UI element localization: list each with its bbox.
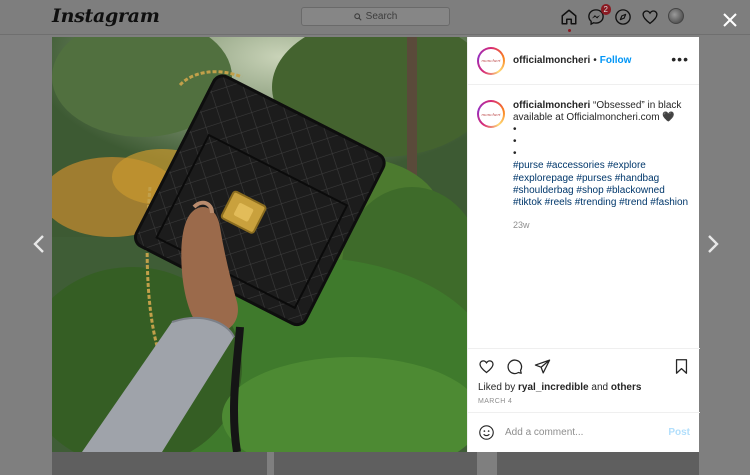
- feed-thumbnail: [52, 452, 267, 475]
- liked-and: and: [588, 382, 611, 393]
- comment-box: Post: [468, 412, 700, 452]
- caption: officialmoncheri “Obsessed” in black ava…: [513, 100, 690, 347]
- feed-thumbnail: [274, 452, 477, 475]
- liked-others[interactable]: others: [611, 382, 642, 393]
- more-options-icon[interactable]: •••: [671, 52, 689, 66]
- messenger-icon[interactable]: 2: [587, 4, 611, 26]
- feed-thumbnail: [497, 452, 699, 475]
- action-bar: Liked by ryal_incredible and others MARC…: [468, 348, 700, 412]
- likes-summary: Liked by ryal_incredible and others: [478, 382, 690, 393]
- instagram-logo[interactable]: Instagram: [52, 5, 160, 27]
- close-icon[interactable]: [720, 10, 740, 30]
- avatar[interactable]: moncheri: [477, 100, 505, 128]
- search-input[interactable]: Search: [301, 7, 450, 26]
- comment-icon[interactable]: [506, 358, 523, 375]
- avatar-logo-text: moncheri: [481, 58, 501, 63]
- post-age: 23w: [513, 220, 530, 231]
- handbag-photo: [52, 37, 467, 452]
- next-arrow-icon[interactable]: [704, 232, 722, 256]
- avatar: [668, 8, 684, 24]
- liked-user[interactable]: ryal_incredible: [518, 382, 589, 393]
- liked-prefix: Liked by: [478, 382, 519, 393]
- search-placeholder: Search: [365, 11, 398, 22]
- post-image[interactable]: [52, 37, 467, 452]
- avatar-logo-text: moncheri: [481, 111, 501, 117]
- username[interactable]: officialmoncheri: [513, 55, 590, 66]
- avatar[interactable]: moncheri: [477, 46, 505, 75]
- like-heart-icon[interactable]: [478, 358, 495, 375]
- follow-button[interactable]: Follow: [600, 55, 632, 66]
- profile-avatar[interactable]: [668, 8, 686, 26]
- search-icon: [353, 12, 362, 21]
- post-details-panel: moncheri officialmoncheri • Follow ••• m…: [467, 37, 700, 452]
- active-dot: [568, 29, 571, 32]
- separator-dot: •: [593, 55, 597, 66]
- post-header: moncheri officialmoncheri • Follow •••: [468, 37, 699, 85]
- heart-icon[interactable]: [641, 8, 659, 26]
- share-icon[interactable]: [534, 358, 551, 375]
- explore-icon[interactable]: [614, 8, 632, 26]
- caption-username[interactable]: officialmoncheri: [513, 100, 590, 111]
- comment-input[interactable]: [505, 427, 655, 438]
- messages-badge: 2: [600, 4, 611, 15]
- bookmark-icon[interactable]: [673, 358, 690, 375]
- caption-bullet: •: [513, 124, 517, 136]
- top-nav-bar: Instagram Search 2: [0, 0, 750, 35]
- previous-arrow-icon[interactable]: [30, 232, 48, 256]
- post-comment-button[interactable]: Post: [668, 427, 690, 438]
- caption-bullet: •: [513, 136, 517, 148]
- home-icon[interactable]: [560, 8, 578, 32]
- caption-area: moncheri officialmoncheri “Obsessed” in …: [468, 85, 699, 347]
- hashtags[interactable]: #purse #accessories #explore #explorepag…: [513, 160, 688, 208]
- caption-bullet: •: [513, 148, 517, 160]
- emoji-icon[interactable]: [478, 424, 495, 441]
- post-date: MARCH 4: [478, 398, 513, 405]
